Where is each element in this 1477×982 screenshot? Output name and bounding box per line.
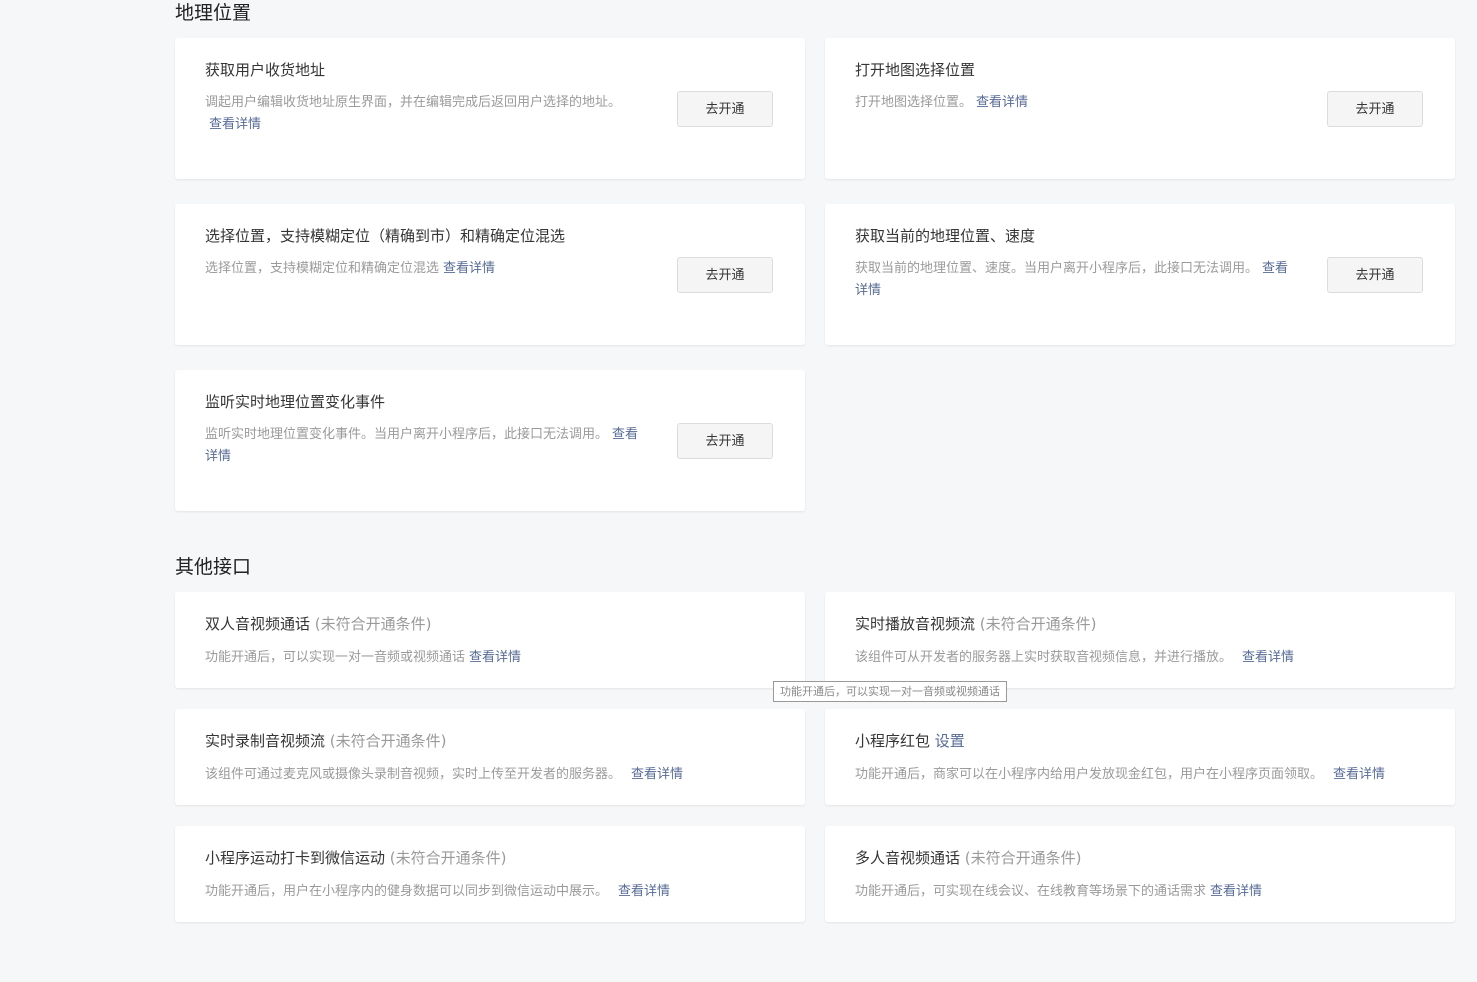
card-title: 实时录制音视频流 (未符合开通条件) (205, 732, 447, 750)
card-description: 功能开通后，用户在小程序内的健身数据可以同步到微信运动中展示。 查看详情 (205, 884, 671, 899)
section-title-location: 地理位置 (175, 2, 252, 24)
feature-card-live-pusher: 实时录制音视频流 (未符合开通条件) 该组件可通过麦克风或摄像头录制音视频，实时… (175, 709, 805, 805)
not-eligible-label: (未符合开通条件) (979, 615, 1097, 633)
card-description: 功能开通后，可实现在线会议、在线教育等场景下的通话需求 查看详情 (855, 884, 1263, 899)
detail-link[interactable]: 查看详情 (976, 95, 1028, 110)
detail-link[interactable]: 查看详情 (631, 767, 683, 782)
feature-card-location-change: 监听实时地理位置变化事件 监听实时地理位置变化事件。当用户离开小程序后，此接口无… (175, 370, 805, 511)
card-description: 该组件可通过麦克风或摄像头录制音视频，实时上传至开发者的服务器。 查看详情 (205, 767, 684, 782)
not-eligible-label: (未符合开通条件) (389, 849, 507, 867)
feature-card-choose-on-map: 打开地图选择位置 打开地图选择位置。 查看详情 去开通 (825, 38, 1455, 179)
section-title-other: 其他接口 (175, 556, 252, 578)
card-description: 监听实时地理位置变化事件。当用户离开小程序后，此接口无法调用。 查看详情 (205, 427, 639, 464)
card-description: 选择位置，支持模糊定位和精确定位混选 查看详情 (205, 261, 496, 276)
feature-card-current-location: 获取当前的地理位置、速度 获取当前的地理位置、速度。当用户离开小程序后，此接口无… (825, 204, 1455, 345)
card-title: 小程序红包 设置 (855, 732, 965, 750)
open-button[interactable]: 去开通 (1327, 91, 1423, 127)
card-description: 该组件可从开发者的服务器上实时获取音视频信息，并进行播放。 查看详情 (855, 650, 1295, 665)
card-description: 功能开通后，商家可以在小程序内给用户发放现金红包，用户在小程序页面领取。 查看详情 (855, 767, 1386, 782)
feature-card-live-player: 实时播放音视频流 (未符合开通条件) 该组件可从开发者的服务器上实时获取音视频信… (825, 592, 1455, 688)
detail-link[interactable]: 查看详情 (618, 884, 670, 899)
card-title: 双人音视频通话 (未符合开通条件) (205, 615, 432, 633)
detail-link[interactable]: 查看详情 (469, 650, 521, 665)
open-button[interactable]: 去开通 (677, 257, 773, 293)
card-description: 打开地图选择位置。 查看详情 (855, 95, 1029, 110)
settings-link[interactable]: 设置 (935, 732, 965, 750)
detail-link[interactable]: 查看详情 (1210, 884, 1262, 899)
card-title: 监听实时地理位置变化事件 (205, 393, 386, 411)
feature-card-two-person-call: 双人音视频通话 (未符合开通条件) 功能开通后，可以实现一对一音频或视频通话 查看… (175, 592, 805, 688)
not-eligible-label: (未符合开通条件) (329, 732, 447, 750)
not-eligible-label: (未符合开通条件) (314, 615, 432, 633)
card-title: 选择位置，支持模糊定位（精确到市）和精确定位混选 (205, 227, 566, 245)
feature-card-multi-person-call: 多人音视频通话 (未符合开通条件) 功能开通后，可实现在线会议、在线教育等场景下… (825, 826, 1455, 922)
not-eligible-label: (未符合开通条件) (964, 849, 1082, 867)
feature-card-werun: 小程序运动打卡到微信运动 (未符合开通条件) 功能开通后，用户在小程序内的健身数… (175, 826, 805, 922)
card-description: 功能开通后，可以实现一对一音频或视频通话 查看详情 (205, 650, 522, 665)
tooltip: 功能开通后，可以实现一对一音频或视频通话 (773, 681, 1007, 702)
open-button[interactable]: 去开通 (677, 91, 773, 127)
card-title: 小程序运动打卡到微信运动 (未符合开通条件) (205, 849, 507, 867)
detail-link[interactable]: 查看详情 (209, 117, 261, 132)
card-title: 多人音视频通话 (未符合开通条件) (855, 849, 1082, 867)
feature-card-shipping-address: 获取用户收货地址 调起用户编辑收货地址原生界面，并在编辑完成后返回用户选择的地址… (175, 38, 805, 179)
detail-link[interactable]: 查看详情 (1333, 767, 1385, 782)
card-title: 实时播放音视频流 (未符合开通条件) (855, 615, 1097, 633)
detail-link[interactable]: 查看详情 (1242, 650, 1294, 665)
card-description: 调起用户编辑收货地址原生界面，并在编辑完成后返回用户选择的地址。查看详情 (205, 95, 622, 132)
feature-card-choose-location: 选择位置，支持模糊定位（精确到市）和精确定位混选 选择位置，支持模糊定位和精确定… (175, 204, 805, 345)
open-button[interactable]: 去开通 (677, 423, 773, 459)
card-description: 获取当前的地理位置、速度。当用户离开小程序后，此接口无法调用。 查看详情 (855, 261, 1289, 298)
card-title: 获取用户收货地址 (205, 61, 326, 79)
card-title: 打开地图选择位置 (855, 61, 976, 79)
open-button[interactable]: 去开通 (1327, 257, 1423, 293)
card-title: 获取当前的地理位置、速度 (855, 227, 1036, 245)
detail-link[interactable]: 查看详情 (443, 261, 495, 276)
feature-card-red-packet: 小程序红包 设置 功能开通后，商家可以在小程序内给用户发放现金红包，用户在小程序… (825, 709, 1455, 805)
